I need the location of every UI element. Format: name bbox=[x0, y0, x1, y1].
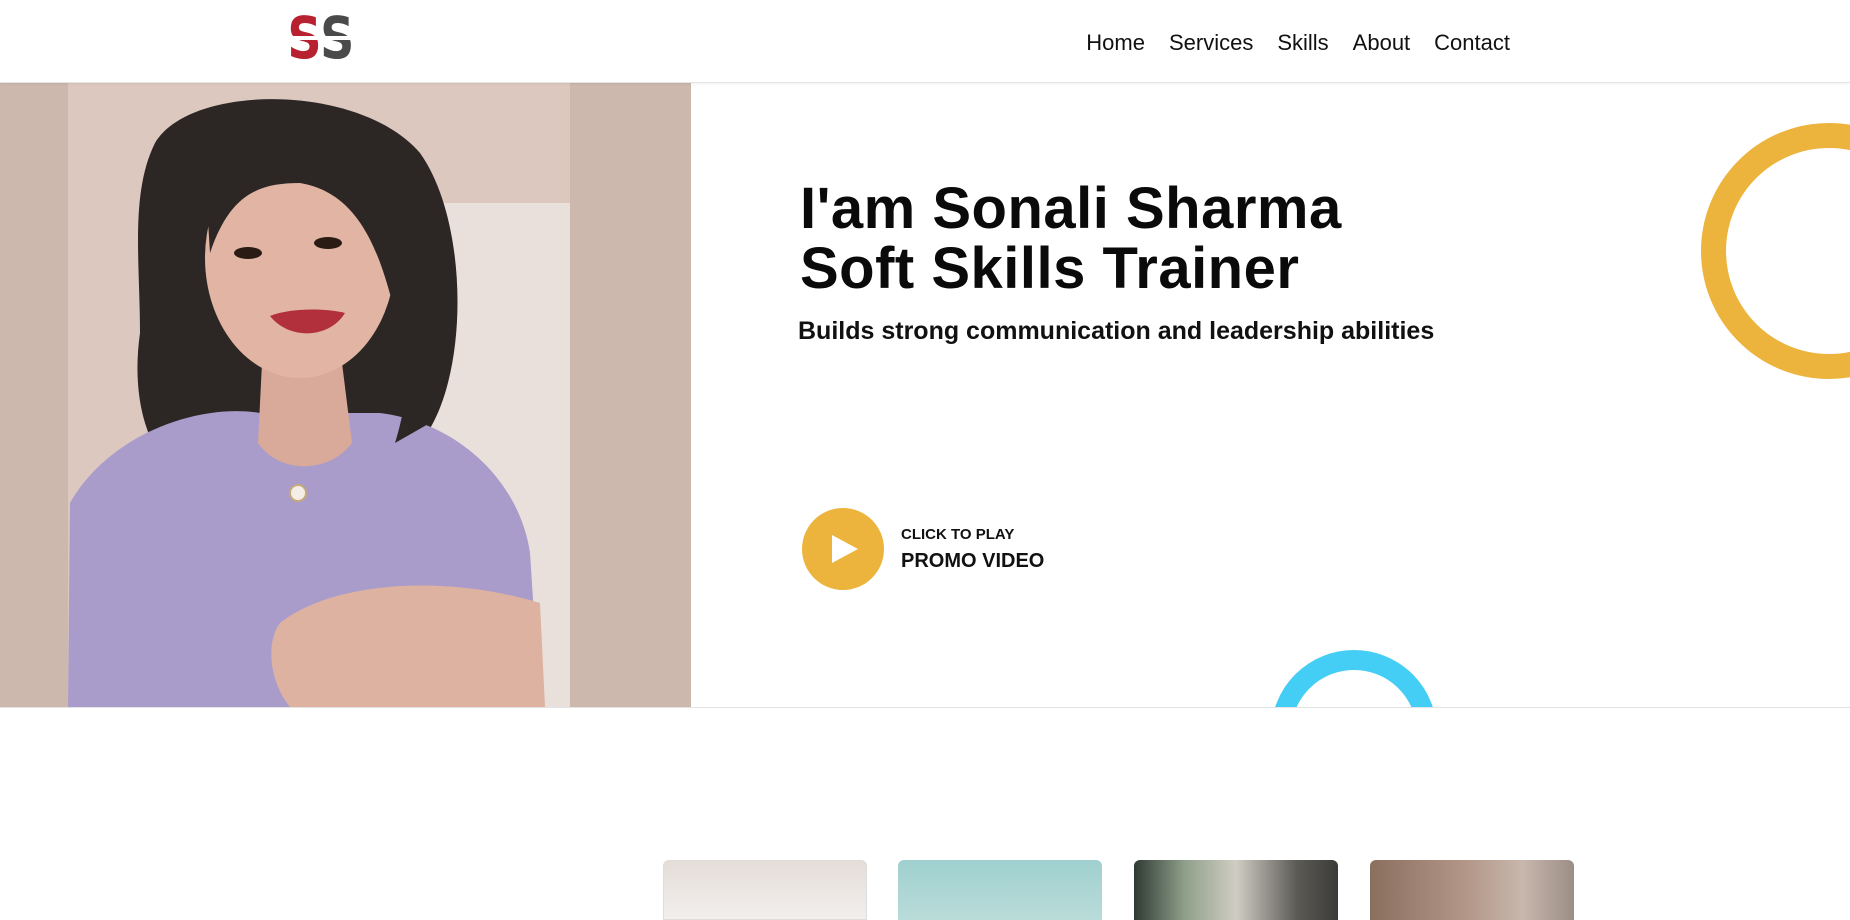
hero-title-line1: I'am Sonali Sharma bbox=[800, 176, 1342, 241]
hero-subtitle: Builds strong communication and leadersh… bbox=[798, 317, 1435, 345]
play-video-button[interactable] bbox=[802, 508, 884, 590]
play-label-big[interactable]: PROMO VIDEO bbox=[901, 550, 1044, 573]
play-label-small: CLICK TO PLAY bbox=[901, 526, 1015, 543]
logo[interactable]: S S bbox=[287, 4, 381, 72]
section-divider bbox=[0, 707, 1850, 708]
nav-contact[interactable]: Contact bbox=[1422, 26, 1522, 60]
hero-title-line2: Soft Skills Trainer bbox=[800, 236, 1300, 301]
decorative-blue-ring bbox=[1271, 650, 1437, 707]
play-icon bbox=[832, 535, 858, 563]
nav-home[interactable]: Home bbox=[1074, 26, 1157, 60]
nav-services[interactable]: Services bbox=[1157, 26, 1265, 60]
nav-skills[interactable]: Skills bbox=[1265, 26, 1340, 60]
service-card-1[interactable] bbox=[663, 860, 867, 920]
decorative-yellow-ring bbox=[1701, 123, 1850, 379]
nav-about[interactable]: About bbox=[1341, 26, 1423, 60]
hero-portrait-photo bbox=[0, 83, 691, 707]
hero-heading: I'am Sonali Sharma Soft Skills Trainer bbox=[800, 179, 1342, 299]
hero-section: I'am Sonali Sharma Soft Skills Trainer B… bbox=[0, 83, 1850, 707]
service-card-2[interactable] bbox=[898, 860, 1102, 920]
service-card-4[interactable] bbox=[1370, 860, 1574, 920]
main-nav: Home Services Skills About Contact bbox=[1074, 26, 1522, 60]
site-header: S S Home Services Skills About Contact bbox=[0, 0, 1850, 83]
service-card-3[interactable] bbox=[1134, 860, 1338, 920]
